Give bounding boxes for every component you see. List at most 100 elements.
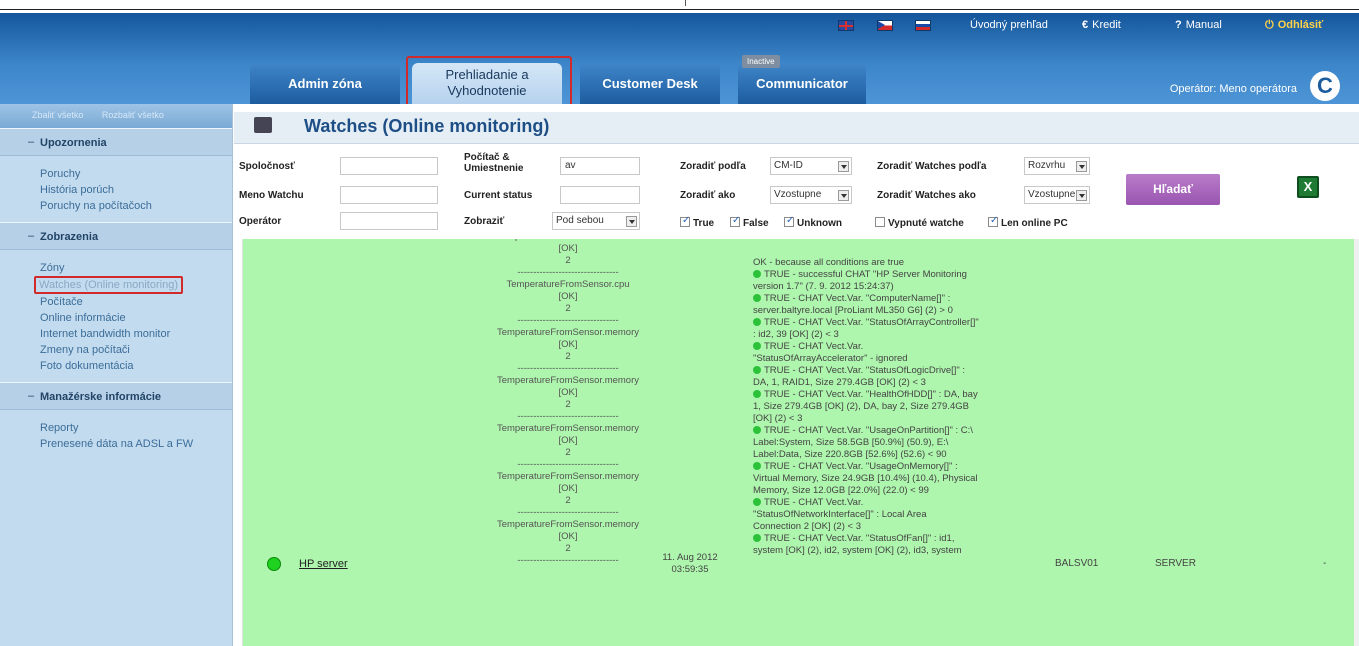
status-line: "StatusOfNetworkInterface[]" : Local Are… — [753, 509, 1035, 521]
sidebar-section-upozornenia[interactable]: Upozornenia — [0, 128, 232, 156]
status-line: TRUE - CHAT Vect.Var. "StatusOfFan[]" : … — [753, 533, 1035, 545]
tab-customer-label: Customer Desk — [602, 76, 698, 91]
sidebar-item-reporty[interactable]: Reporty — [40, 420, 232, 436]
search-button[interactable]: Hľadať — [1126, 174, 1220, 205]
results-scrollbar[interactable] — [1354, 239, 1359, 646]
tab-communicator[interactable]: Communicator — [738, 63, 866, 104]
euro-icon: € — [1082, 19, 1089, 31]
tab-highlight-frame — [406, 56, 572, 111]
operator-input[interactable] — [340, 212, 438, 230]
sidebar-toolbar: Zbaliť všetko Rozbaliť všetko — [0, 104, 232, 128]
sensor-line: TemperatureFromSensor.memory — [496, 519, 640, 530]
chevron-down-icon — [838, 190, 849, 201]
status-line: server.baltyre.local [ProLiant ML350 G6]… — [753, 305, 1035, 317]
sidebar-item-poruchy[interactable]: Poruchy — [40, 166, 232, 182]
company-input[interactable] — [340, 157, 438, 175]
unknown-checkbox-label: Unknown — [797, 218, 842, 229]
sk-flag-icon[interactable] — [915, 20, 931, 31]
page-title-bar: Watches (Online monitoring) — [234, 112, 1359, 144]
sensor-separator: -------------------------------- — [517, 315, 619, 326]
credit-link[interactable]: € Kredit — [1082, 19, 1121, 31]
unknown-checkbox[interactable]: Unknown — [784, 215, 842, 229]
watch-name-input[interactable] — [340, 186, 438, 204]
sidebar-item-historia-poruch[interactable]: História porúch — [40, 182, 232, 198]
logout-link[interactable]: ⏻ Odhlásiť — [1265, 19, 1323, 32]
status-true-icon — [753, 498, 761, 506]
disabled-watches-checkbox[interactable]: Vypnuté watche — [875, 217, 964, 229]
monitor-icon — [254, 117, 272, 133]
show-select[interactable]: Pod sebou — [552, 212, 640, 230]
sensor-line: 2 — [565, 255, 571, 266]
pc-location-label: Počítač & Umiestnenie — [464, 152, 523, 174]
sensor-separator: -------------------------------- — [517, 363, 619, 374]
sort-as-label: Zoradiť ako — [680, 190, 736, 201]
sensor-line: [OK] — [558, 243, 578, 254]
online-pc-checkbox[interactable]: Len online PC — [988, 215, 1068, 229]
sensor-line: TemperatureFromSensor.memory — [496, 423, 640, 434]
main-content: Watches (Online monitoring) Spoločnosť M… — [234, 104, 1359, 646]
power-icon: ⏻ — [1265, 19, 1274, 31]
status-line: TRUE - CHAT Vect.Var. — [753, 497, 1035, 509]
sort-as-select[interactable]: Vzostupne — [770, 186, 852, 204]
logout-link-label: Odhlásiť — [1277, 19, 1324, 31]
results-table: Temperature FromSensor.chassis[OK]2-----… — [242, 239, 1354, 646]
checkbox-unchecked-icon — [875, 217, 885, 227]
status-true-icon — [753, 270, 761, 278]
sort-watches-as-label: Zoradiť Watches ako — [877, 190, 976, 201]
sensor-line: [OK] — [558, 387, 578, 398]
sidebar-item-watches[interactable]: Watches (Online monitoring) — [34, 276, 183, 294]
status-line: TRUE - CHAT Vect.Var. "StatusOfLogicDriv… — [753, 365, 1035, 377]
sort-watches-as-select[interactable]: Vzostupne — [1024, 186, 1090, 204]
status-line-text: TRUE - successful CHAT "HP Server Monito… — [764, 269, 967, 280]
watch-name-link[interactable]: HP server — [299, 558, 348, 570]
true-checkbox[interactable]: True — [680, 215, 714, 229]
sidebar-item-prenesene-data[interactable]: Prenesené dáta na ADSL a FW — [40, 436, 232, 452]
sidebar-item-poruchy-na-pocitacoch[interactable]: Poruchy na počítačoch — [40, 198, 232, 214]
sort-by-select[interactable]: CM-ID — [770, 157, 852, 175]
tab-admin-label: Admin zóna — [288, 76, 362, 91]
uk-flag-icon[interactable] — [838, 20, 854, 31]
sensor-line: [OK] — [558, 339, 578, 350]
window-top-bar — [0, 0, 1359, 13]
watch-type-cell: SERVER — [1155, 558, 1196, 569]
status-online-icon — [267, 557, 281, 571]
page-title: Watches (Online monitoring) — [304, 116, 550, 136]
chevron-down-icon — [626, 216, 637, 227]
sidebar-item-online-informacie[interactable]: Online informácie — [40, 310, 232, 326]
watch-pc-cell: BALSV01 — [1055, 558, 1099, 569]
sidebar-section-manazerske[interactable]: Manažérske informácie — [0, 382, 232, 410]
operator-label: Operátor: Meno operátora — [1169, 83, 1297, 95]
tab-customer-desk[interactable]: Customer Desk — [580, 63, 720, 104]
filter-form: Spoločnosť Meno Watchu Operátor Počítač … — [234, 144, 1359, 239]
excel-export-icon[interactable]: X — [1297, 176, 1319, 198]
cz-flag-icon[interactable] — [877, 20, 893, 31]
status-line-text: Virtual Memory, Size 24.9GB [10.4%] (10.… — [753, 473, 978, 484]
sidebar-item-foto-dokumentacia[interactable]: Foto dokumentácia — [40, 358, 232, 374]
sensor-line: 2 — [565, 303, 571, 314]
pc-location-input[interactable]: av — [560, 157, 640, 175]
sidebar-item-bandwidth-monitor[interactable]: Internet bandwidth monitor — [40, 326, 232, 342]
status-line-text: : id2, 39 [OK] (2) < 3 — [753, 329, 839, 340]
sidebar-item-pocitace[interactable]: Počítače — [40, 294, 232, 310]
current-status-label: Current status — [464, 190, 533, 201]
overview-link[interactable]: Úvodný prehľad — [970, 19, 1048, 31]
sensor-separator: -------------------------------- — [517, 555, 619, 566]
current-status-input[interactable] — [560, 186, 640, 204]
status-line: version 1.7" (7. 9. 2012 15:24:37) — [753, 281, 1035, 293]
checkbox-checked-icon — [784, 215, 794, 227]
false-checkbox[interactable]: False — [730, 215, 769, 229]
chevron-down-icon — [1076, 161, 1087, 172]
manual-link[interactable]: ? Manual — [1175, 19, 1222, 31]
sidebar-item-zony[interactable]: Zóny — [40, 260, 232, 276]
collapse-all-link[interactable]: Zbaliť všetko — [32, 110, 83, 120]
tab-communicator-label: Communicator — [756, 76, 848, 91]
sidebar-section-zobrazenia[interactable]: Zobrazenia — [0, 222, 232, 250]
chevron-down-icon — [1076, 190, 1087, 201]
pc-location-label-1: Počítač & — [464, 152, 510, 163]
expand-all-link[interactable]: Rozbaliť všetko — [102, 110, 164, 120]
sensor-line: [OK] — [558, 435, 578, 446]
sidebar-item-zmeny-na-pocitaci[interactable]: Zmeny na počítači — [40, 342, 232, 358]
sort-watches-by-select[interactable]: Rozvrhu — [1024, 157, 1090, 175]
tab-admin-zona[interactable]: Admin zóna — [250, 63, 400, 104]
status-line-text: TRUE - CHAT Vect.Var. "ComputerName[]" : — [764, 293, 951, 304]
